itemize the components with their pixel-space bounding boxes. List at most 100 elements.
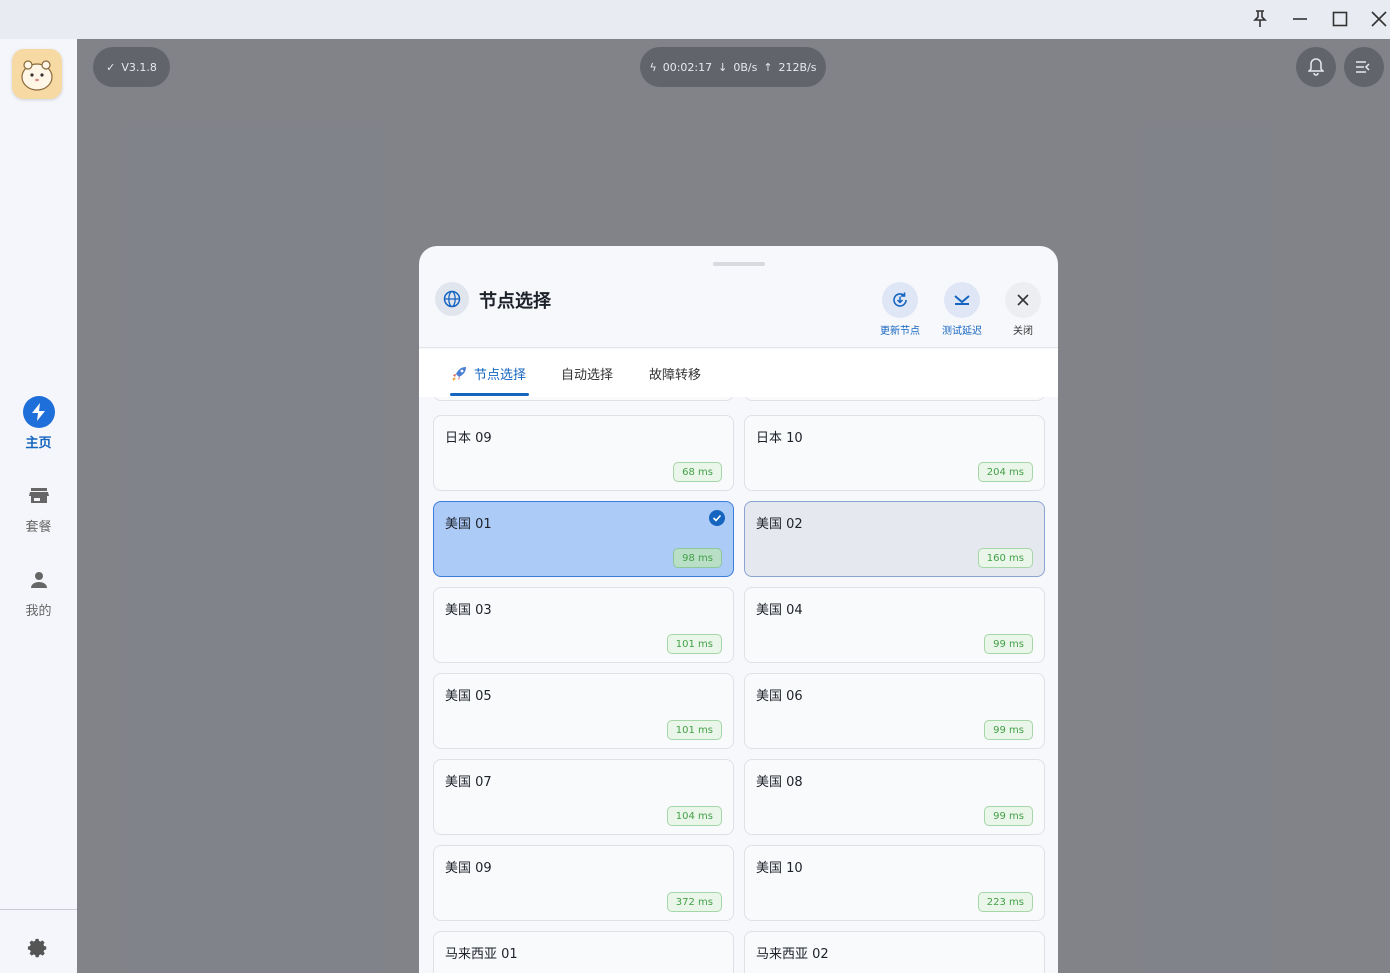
latency-badge: 204 ms — [977, 462, 1033, 482]
node-card[interactable]: 美国 03 101 ms — [433, 587, 734, 663]
connection-status[interactable]: ϟ 00:02:17 ↓ 0B/s ↑ 212B/s — [640, 47, 826, 87]
hamster-logo-icon — [21, 60, 53, 91]
pin-icon — [1253, 10, 1267, 27]
node-name: 美国 03 — [445, 603, 492, 618]
menu-open-icon — [1356, 61, 1370, 73]
store-icon — [23, 480, 55, 512]
node-card[interactable]: 美国 10 223 ms — [744, 845, 1045, 921]
tab-node-select[interactable]: 节点选择 — [451, 364, 526, 383]
latency-badge: 101 ms — [666, 634, 722, 654]
bell-icon — [1308, 58, 1324, 76]
node-card[interactable]: 美国 08 99 ms — [744, 759, 1045, 835]
node-list[interactable]: 日本 09 68 ms 日本 10 204 ms 美国 01 98 ms 美国 … — [419, 397, 1058, 973]
dialog-tabs: 节点选择 自动选择 故障转移 — [419, 349, 1058, 397]
check-circle-icon — [709, 510, 725, 526]
node-card[interactable]: 马来西亚 02 — [744, 931, 1045, 973]
close-dialog-button[interactable]: 关闭 — [995, 282, 1051, 337]
node-name: 美国 04 — [756, 603, 803, 618]
node-card[interactable]: 日本 10 204 ms — [744, 415, 1045, 491]
person-icon — [23, 564, 55, 596]
latency-badge: 99 ms — [984, 720, 1033, 740]
node-name: 美国 07 — [445, 775, 492, 790]
node-card-partial[interactable] — [433, 397, 734, 401]
sidebar-item-plans[interactable]: 套餐 — [0, 480, 77, 535]
tab-indicator — [450, 393, 529, 396]
tab-auto-select[interactable]: 自动选择 — [561, 364, 613, 383]
version-badge[interactable]: ✓ V3.1.8 — [93, 47, 170, 87]
node-name: 美国 06 — [756, 689, 803, 704]
app-logo — [12, 49, 62, 99]
node-card[interactable]: 美国 02 160 ms — [744, 501, 1045, 577]
bolt-icon — [22, 396, 55, 428]
node-card[interactable]: 美国 06 99 ms — [744, 673, 1045, 749]
node-name: 美国 10 — [756, 861, 803, 876]
menu-button[interactable] — [1344, 47, 1384, 87]
sidebar-item-label: 套餐 — [25, 520, 52, 535]
node-name: 马来西亚 02 — [756, 947, 829, 962]
latency-badge: 372 ms — [666, 892, 722, 912]
node-card[interactable]: 美国 09 372 ms — [433, 845, 734, 921]
gear-icon — [27, 938, 47, 958]
upload-speed: 212B/s — [778, 60, 817, 74]
connection-timer: 00:02:17 — [662, 60, 713, 74]
download-icon: ↓ — [718, 60, 728, 74]
dialog-header: 节点选择 更新节点 测试延迟 关闭 — [419, 246, 1058, 348]
latency-badge: 160 ms — [977, 548, 1033, 568]
download-speed: 0B/s — [733, 60, 758, 74]
node-name: 马来西亚 01 — [445, 947, 518, 962]
drag-handle[interactable] — [713, 262, 765, 266]
bolt-small-icon: ϟ — [649, 60, 657, 74]
window-titlebar — [0, 0, 1390, 39]
node-card[interactable]: 美国 07 104 ms — [433, 759, 734, 835]
node-name: 日本 10 — [756, 431, 803, 446]
tab-failover[interactable]: 故障转移 — [649, 364, 701, 383]
update-nodes-label: 更新节点 — [880, 326, 920, 337]
sidebar-item-home[interactable]: 主页 — [0, 396, 77, 451]
tab-label: 节点选择 — [474, 368, 527, 383]
close-icon — [1371, 11, 1387, 27]
update-nodes-button[interactable]: 更新节点 — [872, 282, 928, 337]
close-dialog-label: 关闭 — [1013, 326, 1033, 337]
pin-button[interactable] — [1244, 5, 1276, 33]
version-label: V3.1.8 — [121, 60, 157, 74]
maximize-button[interactable] — [1324, 5, 1356, 33]
sidebar: 主页 套餐 我的 — [0, 39, 77, 973]
dialog-title: 节点选择 — [479, 291, 551, 312]
latency-badge: 98 ms — [673, 548, 722, 568]
check-icon: ✓ — [106, 60, 116, 74]
close-icon — [1017, 294, 1029, 306]
upload-icon: ↑ — [763, 60, 773, 74]
test-latency-label: 测试延迟 — [942, 326, 982, 337]
node-card[interactable]: 马来西亚 01 — [433, 931, 734, 973]
node-card-partial[interactable] — [744, 397, 1045, 401]
node-name: 美国 08 — [756, 775, 803, 790]
node-card[interactable]: 日本 09 68 ms — [433, 415, 734, 491]
node-name: 日本 09 — [445, 431, 492, 446]
node-name: 美国 01 — [445, 517, 492, 532]
test-latency-button[interactable]: 测试延迟 — [934, 282, 990, 337]
refresh-download-icon — [893, 292, 907, 307]
minimize-button[interactable] — [1284, 5, 1316, 33]
sidebar-item-label: 主页 — [25, 436, 52, 451]
settings-button[interactable] — [24, 934, 52, 962]
node-card[interactable]: 美国 04 99 ms — [744, 587, 1045, 663]
latency-badge: 223 ms — [977, 892, 1033, 912]
close-window-button[interactable] — [1363, 5, 1390, 33]
latency-badge: 68 ms — [673, 462, 722, 482]
notification-button[interactable] — [1296, 47, 1336, 87]
node-card[interactable]: 美国 05 101 ms — [433, 673, 734, 749]
tab-label: 故障转移 — [649, 368, 702, 383]
tab-label: 自动选择 — [561, 368, 614, 383]
node-name: 美国 09 — [445, 861, 492, 876]
maximize-icon — [1332, 11, 1348, 27]
sidebar-item-mine[interactable]: 我的 — [0, 564, 77, 619]
node-select-dialog: 节点选择 更新节点 测试延迟 关闭 节点选择 自动选择 故障转移 日本 09 6… — [419, 246, 1058, 973]
node-name: 美国 05 — [445, 689, 492, 704]
node-card-selected[interactable]: 美国 01 98 ms — [433, 501, 734, 577]
minimize-icon — [1293, 18, 1307, 20]
latency-badge: 99 ms — [984, 634, 1033, 654]
latency-badge: 101 ms — [666, 720, 722, 740]
globe-icon — [435, 282, 469, 316]
rocket-icon — [452, 367, 466, 381]
node-name: 美国 02 — [756, 517, 803, 532]
